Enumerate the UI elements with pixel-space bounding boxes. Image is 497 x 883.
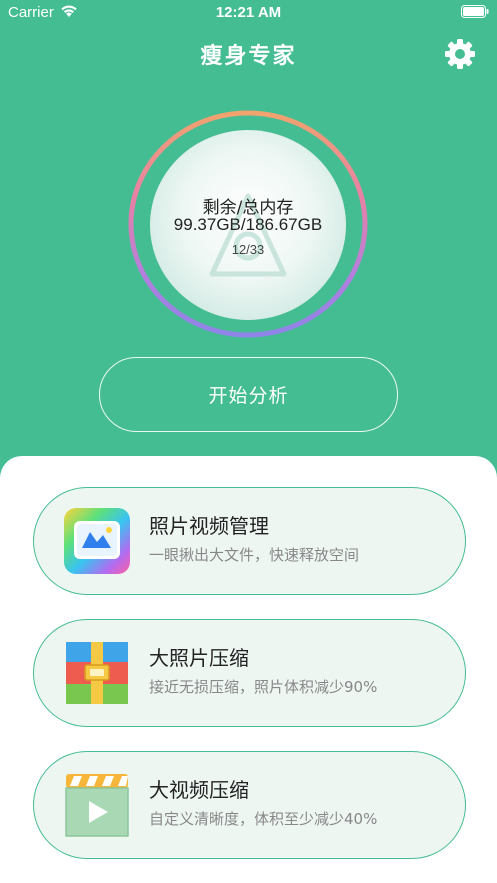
feature-title: 大视频压缩 (149, 778, 249, 802)
video-clapper-icon (65, 774, 129, 837)
feature-card-photo-compress[interactable]: 大照片压缩 接近无损压缩，照片体积减少90% (33, 619, 466, 727)
status-time: 12:21 AM (215, 4, 282, 21)
gear-icon[interactable] (444, 38, 476, 70)
storage-value: 99.37GB/186.67GB (173, 215, 323, 234)
archive-box-icon (66, 642, 128, 704)
feature-subtitle: 自定义清晰度，体积至少减少40% (149, 810, 378, 828)
start-analysis-button[interactable]: 开始分析 (99, 357, 398, 432)
feature-panel: 照片视频管理 一眼揪出大文件，快速释放空间 大照片压缩 接近无损压缩，照片体积减… (0, 456, 497, 883)
photo-gallery-icon (64, 508, 130, 574)
feature-card-video-compress[interactable]: 大视频压缩 自定义清晰度，体积至少减少40% (33, 751, 466, 859)
status-bar: Carrier 12:21 AM (0, 0, 497, 26)
battery-icon (461, 5, 489, 18)
page-title: 瘦身专家 (200, 44, 297, 69)
storage-count: 12/33 (231, 242, 265, 257)
storage-gauge: 剩余/总内存 99.37GB/186.67GB 12/33 (128, 110, 368, 338)
feature-title: 大照片压缩 (149, 646, 249, 670)
feature-card-photo-video[interactable]: 照片视频管理 一眼揪出大文件，快速释放空间 (33, 487, 466, 595)
feature-subtitle: 一眼揪出大文件，快速释放空间 (149, 546, 360, 564)
feature-title: 照片视频管理 (149, 514, 269, 538)
feature-subtitle: 接近无损压缩，照片体积减少90% (149, 678, 378, 696)
